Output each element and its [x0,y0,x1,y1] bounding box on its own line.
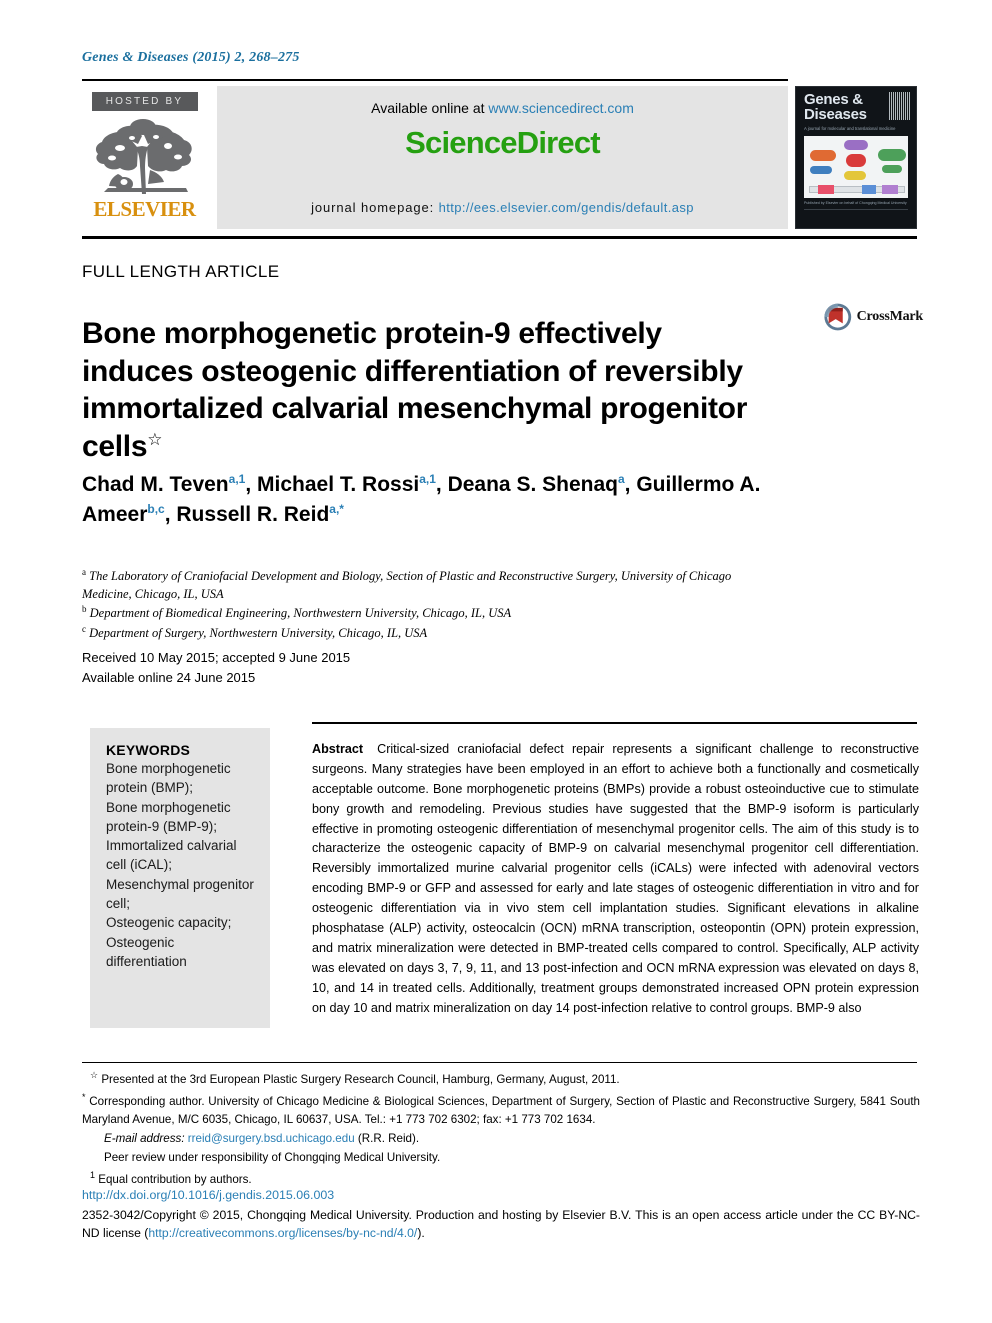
affiliation-list: a The Laboratory of Craniofacial Develop… [82,566,782,642]
author-item[interactable]: Michael T. Rossia,1 [257,472,436,496]
elsevier-logo-block: HOSTED BY ELSEVIER [82,86,207,229]
author-name: Russell R. Reid [176,502,330,526]
affiliation-mark: b [82,604,87,615]
keywords-box: KEYWORDS Bone morphogenetic protein (BMP… [90,728,270,1028]
sciencedirect-block: Available online at www.sciencedirect.co… [217,86,788,229]
author-name: Chad M. Teven [82,473,229,496]
article-page: Genes & Diseases (2015) 2, 268–275 HOSTE… [0,0,992,1323]
author-list: Chad M. Tevena,1, Michael T. Rossia,1, D… [82,470,782,530]
journal-homepage-line: journal homepage: http://ees.elsevier.co… [311,200,694,215]
footnote-presented-text: Presented at the 3rd European Plastic Su… [101,1072,620,1086]
crossmark-badge[interactable]: CrossMark [823,294,923,340]
affiliation-text: Department of Surgery, Northwestern Univ… [89,625,428,640]
doi-link[interactable]: http://dx.doi.org/10.1016/j.gendis.2015.… [82,1188,334,1202]
cover-subtitle: A journal for molecular and translationa… [804,125,896,131]
header-bottom-rule [82,236,917,239]
elsevier-tree-icon [90,114,200,198]
copyright-text-b: ). [417,1226,425,1241]
author-marks: a,1 [419,472,436,486]
keyword-item[interactable]: Bone morphogenetic protein (BMP); [106,759,254,798]
affiliation-mark: c [82,623,86,634]
author-sep: , [624,473,637,496]
abstract-heading: Abstract [312,742,364,756]
author-sep: , [245,473,257,496]
author-name: Deana S. Shenaq [447,473,618,496]
header-top-rule [82,79,788,81]
author-item[interactable]: Deana S. Shenaqa [447,472,625,496]
title-footnote-marker: ☆ [147,429,163,449]
footnote-rule [82,1062,917,1063]
affiliation-text: The Laboratory of Craniofacial Developme… [82,569,732,602]
elsevier-wordmark: ELSEVIER [93,197,196,221]
available-online-line: Available online at www.sciencedirect.co… [371,100,634,116]
journal-header-band: HOSTED BY ELSEVIER Available online at w… [82,86,788,229]
footnote-equal-marker: 1 [90,1169,96,1180]
email-link[interactable]: rreid@surgery.bsd.uchicago.edu [188,1132,355,1145]
email-owner: (R.R. Reid). [357,1132,420,1146]
page-title: Bone morphogenetic protein-9 effectively… [82,315,772,465]
keyword-item[interactable]: Osteogenic differentiation [106,933,254,972]
abstract-top-rule [312,722,917,724]
copyright-block: 2352-3042/Copyright © 2015, Chongqing Me… [82,1206,920,1243]
journal-homepage-link[interactable]: http://ees.elsevier.com/gendis/default.a… [439,200,694,215]
sciencedirect-logo: ScienceDirect [405,125,600,160]
keyword-item[interactable]: Immortalized calvarial cell (iCAL); [106,836,254,875]
affiliation-item: b Department of Biomedical Engineering, … [82,603,782,622]
affiliation-item: c Department of Surgery, Northwestern Un… [82,623,782,642]
affiliation-item: a The Laboratory of Craniofacial Develop… [82,566,782,603]
affiliation-text: Department of Biomedical Engineering, No… [89,606,512,621]
available-online-date: Available online 24 June 2015 [82,670,256,686]
footnote-equal-text: Equal contribution by authors. [98,1172,252,1186]
running-head: Genes & Diseases (2015) 2, 268–275 [82,50,300,65]
received-accepted-date: Received 10 May 2015; accepted 9 June 20… [82,650,351,665]
email-label: E-mail address: [104,1132,185,1146]
cover-elsevier-mark-icon [889,92,911,120]
footnote-block: ☆ Presented at the 3rd European Plastic … [82,1068,920,1189]
available-online-label: Available online at [371,100,489,116]
footnote-presented: ☆ Presented at the 3rd European Plastic … [82,1068,920,1090]
cover-figure [804,135,908,198]
author-sep: , [435,473,448,496]
article-dates: Received 10 May 2015; accepted 9 June 20… [82,648,350,688]
author-marks: a,1 [228,472,246,486]
author-item[interactable]: Chad M. Tevena,1 [82,472,246,496]
author-marks: a [617,472,625,486]
crossmark-icon [824,303,852,331]
keyword-item[interactable]: Osteogenic capacity; [106,913,254,932]
footnote-corresponding-marker: * [82,1091,86,1102]
author-item[interactable]: Russell R. Reida,* [176,501,344,526]
license-link[interactable]: http://creativecommons.org/licenses/by-n… [148,1226,417,1240]
hosted-by-badge: HOSTED BY [91,92,198,111]
footnote-corresponding-text: Corresponding author. University of Chic… [82,1094,920,1127]
keyword-item[interactable]: Bone morphogenetic protein-9 (BMP-9); [106,798,254,837]
footnote-peer-review: Peer review under responsibility of Chon… [104,1150,441,1164]
crossmark-label: CrossMark [856,309,924,324]
cover-footer: Published by Elsevier on behalf of Chong… [804,200,907,205]
journal-homepage-label: journal homepage: [311,200,439,215]
abstract-block: Abstract Critical-sized craniofacial defe… [312,740,919,1018]
author-name: Michael T. Rossi [257,473,420,496]
author-marks: a,* [329,501,344,516]
journal-cover-thumbnail: Genes & Diseases A journal for molecular… [795,86,917,229]
footnote-corresponding: * Corresponding author. University of Ch… [82,1090,920,1130]
abstract-text: Critical-sized craniofacial defect repai… [312,742,919,1015]
author-marks: b,c [147,501,165,516]
affiliation-mark: a [82,567,86,577]
title-text: Bone morphogenetic protein-9 effectively… [82,317,748,463]
keyword-item[interactable]: Mesenchymal progenitor cell; [106,875,254,914]
footnote-presented-marker: ☆ [90,1070,99,1080]
doi-link-wrapper[interactable]: http://dx.doi.org/10.1016/j.gendis.2015.… [82,1188,334,1202]
keywords-list: Bone morphogenetic protein (BMP); Bone m… [106,759,254,971]
footnote-email: E-mail address: rreid@surgery.bsd.uchica… [82,1130,920,1149]
sciencedirect-link[interactable]: www.sciencedirect.com [488,100,634,116]
article-type-label: FULL LENGTH ARTICLE [82,262,280,281]
author-sep: , [164,502,177,526]
footnote-equal-contribution: 1 Equal contribution by authors. [82,1168,920,1190]
cover-rule [804,208,908,210]
keywords-heading: KEYWORDS [106,742,191,758]
